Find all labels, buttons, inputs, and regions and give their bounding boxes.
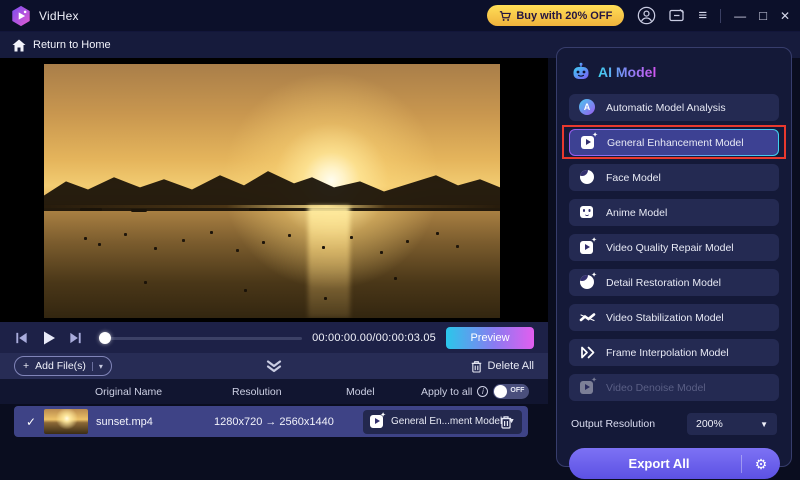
file-resolution: 1280x720 → 2560x1440 [214,415,334,428]
apply-to-all-toggle[interactable]: OFF [493,384,530,399]
buoy-dots [84,236,87,240]
model-item-general-enhancement[interactable]: ✦ General Enhancement Model [569,129,779,156]
gear-icon[interactable]: ⚙ [742,457,780,471]
boat-silhouette [130,208,147,212]
interpolation-icon [579,344,596,361]
minimize-icon[interactable]: — [734,10,746,22]
face-icon [579,169,596,186]
video-thumbnail [44,409,88,434]
plus-icon: + [23,360,30,372]
sun-reflection [308,206,350,318]
row-model-dropdown[interactable]: ✦ General En...ment Model ▼ [363,409,523,434]
maximize-icon[interactable]: □ [759,9,767,22]
titlebar: VidHex Buy with 20% OFF ≡ — □ ✕ [0,0,800,32]
seek-slider[interactable] [99,331,303,345]
info-icon[interactable]: i [477,386,489,397]
repair-icon: ✦ [579,237,597,256]
buy-offer-label: Buy with 20% OFF [516,9,613,22]
table-row[interactable]: ✓ sunset.mp4 1280x720 → 2560x1440 ✦ Gene… [14,406,528,437]
horizon-line [44,204,500,208]
collapse-panel-button[interactable] [265,359,283,373]
output-resolution-label: Output Resolution [571,418,656,430]
next-frame-button[interactable] [68,330,86,346]
thumbnail-sun [44,409,88,434]
model-list: A Automatic Model Analysis ✦ General Enh… [562,94,786,401]
output-resolution-value: 200% [696,418,723,430]
trash-icon [471,360,481,373]
trash-icon [500,415,512,429]
column-resolution: Resolution [232,385,282,398]
previous-frame-button[interactable] [14,330,32,346]
model-item-detail-restoration[interactable]: ✦ Detail Restoration Model [569,269,779,296]
analysis-icon: A [579,99,596,116]
export-all-button[interactable]: Export All ⚙ [569,448,780,479]
restoration-icon: ✦ [579,272,597,291]
select-caret-icon: ▼ [760,419,768,429]
feedback-icon[interactable] [669,8,685,23]
enhancement-icon: ✦ [580,132,598,151]
file-toolbar: + Add File(s) ▾ Delete All [0,353,548,379]
buy-offer-button[interactable]: Buy with 20% OFF [487,5,625,26]
delete-all-label: Delete All [487,360,534,372]
ai-panel-title: AI Model [598,64,657,80]
denoise-icon: ✦ [579,377,597,396]
mountain-silhouette [44,170,500,212]
seek-knob[interactable] [99,331,111,344]
robot-icon [573,62,589,79]
model-item-automatic-analysis[interactable]: A Automatic Model Analysis [569,94,779,121]
model-item-quality-repair[interactable]: ✦ Video Quality Repair Model [569,234,779,261]
menu-icon[interactable]: ≡ [698,8,707,23]
file-name: sunset.mp4 [96,415,153,428]
row-check-icon[interactable]: ✓ [26,415,36,429]
model-item-denoise[interactable]: ✦ Video Denoise Model [569,374,779,401]
play-button[interactable] [41,330,59,346]
export-all-label: Export All [628,456,690,471]
output-resolution-select[interactable]: 200% ▼ [687,413,777,435]
boat-silhouette [249,208,268,212]
row-model-label: General En...ment Model [391,416,503,427]
add-files-label: Add File(s) [35,360,86,372]
toggle-knob [494,385,508,398]
boat-silhouette [80,207,103,211]
player-bar: 00:00:00.00/00:00:03.05 Preview [0,322,548,353]
titlebar-separator [720,8,722,23]
video-preview[interactable] [44,64,500,318]
model-item-anime[interactable]: Anime Model [569,199,779,226]
seek-track [99,336,303,340]
file-table-header: Original Name Resolution Model Apply to … [0,379,548,404]
vidhex-logo-icon [12,5,30,26]
timecode: 00:00:00.00/00:00:03.05 [312,331,436,344]
account-icon[interactable] [637,6,656,25]
app-name: VidHex [39,8,79,23]
close-icon[interactable]: ✕ [780,10,790,22]
column-model: Model [346,385,375,398]
enhancement-icon: ✦ [370,412,386,429]
video-stage [0,58,548,322]
model-item-stabilization[interactable]: Video Stabilization Model [569,304,779,331]
return-home-label: Return to Home [33,39,111,51]
apply-to-all-label: Apply to all [421,385,473,398]
stabilization-icon [579,309,596,326]
ai-model-panel: AI Model A Automatic Model Analysis ✦ Ge… [556,47,792,479]
add-files-button[interactable]: + Add File(s) ▾ [14,356,112,376]
column-original-name: Original Name [95,385,163,398]
cart-icon [500,10,512,21]
preview-button[interactable]: Preview [446,326,534,349]
model-item-face[interactable]: Face Model [569,164,779,191]
model-item-frame-interpolation[interactable]: Frame Interpolation Model [569,339,779,366]
delete-all-button[interactable]: Delete All [471,360,534,373]
row-delete-button[interactable] [500,415,512,429]
home-icon [12,39,26,51]
toggle-state-label: OFF [510,387,525,394]
add-files-caret-icon[interactable]: ▾ [91,361,103,371]
anime-icon [579,204,596,221]
